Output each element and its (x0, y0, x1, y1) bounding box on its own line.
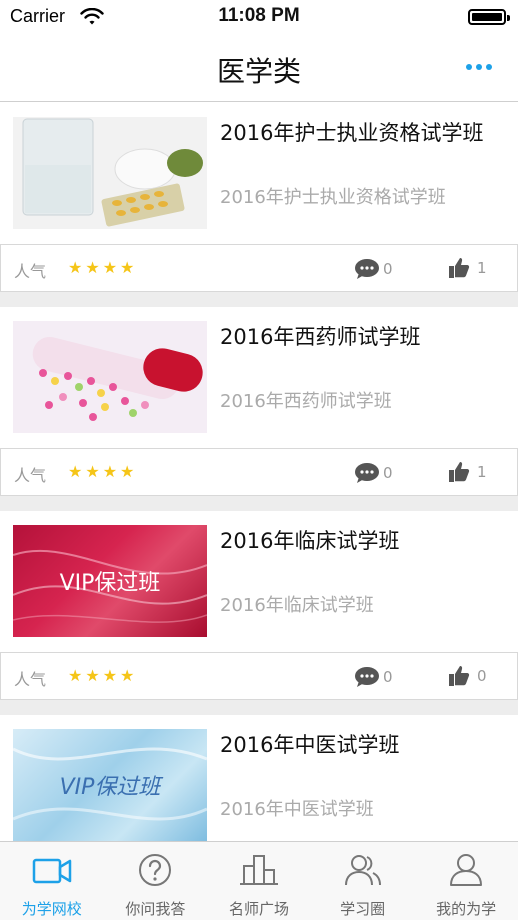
comment-count: 0 (383, 668, 393, 686)
course-subtitle: 2016年护士执业资格试学班 (220, 187, 446, 208)
tab-bar: 为学网校 你问我答 名师广场 学习圈 我的为学 (0, 841, 518, 920)
popularity-label: 人气 (14, 670, 47, 689)
course-thumbnail: VIP保过班 (13, 729, 207, 841)
course-card[interactable]: VIP保过班 2016年临床试学班 2016年临床试学班 人气 ★ ★ ★ ★ 0 0 (0, 511, 518, 715)
card-separator (0, 496, 518, 511)
thumbnail-caption: VIP保过班 (59, 571, 161, 596)
course-title[interactable]: 2016年临床试学班 (220, 525, 399, 555)
battery-icon (468, 9, 510, 25)
course-thumbnail (13, 117, 207, 229)
question-icon (139, 854, 172, 886)
rating-stars: ★ ★ ★ ★ (68, 463, 134, 481)
tab-label: 名师广场 (228, 900, 289, 918)
course-meta-bar: 人气 ★ ★ ★ ★ 0 1 (0, 244, 518, 292)
tab-label: 学习圈 (340, 900, 386, 918)
course-meta-bar: 人气 ★ ★ ★ ★ 0 0 (0, 652, 518, 700)
star-icon: ★ (120, 462, 135, 481)
page-title: 医学类 (216, 55, 301, 88)
star-icon: ★ (68, 258, 83, 277)
course-thumbnail: VIP保过班 (13, 525, 207, 637)
star-icon: ★ (68, 666, 83, 685)
clock: 11:08 PM (218, 5, 300, 26)
thumbnail-caption: VIP保过班 (59, 775, 161, 800)
group-icon (344, 855, 381, 886)
course-title[interactable]: 2016年护士执业资格试学班 (220, 117, 483, 147)
course-list[interactable]: 2016年护士执业资格试学班 2016年护士执业资格试学班 人气 ★ ★ ★ ★ 0 … (0, 103, 518, 841)
comment-icon[interactable] (354, 666, 380, 688)
star-icon: ★ (120, 666, 135, 685)
tab-school[interactable]: 为学网校 (0, 842, 104, 920)
course-subtitle: 2016年西药师试学班 (220, 391, 392, 412)
tab-circle[interactable]: 学习圈 (311, 842, 415, 920)
comment-icon[interactable] (354, 462, 380, 484)
tab-profile[interactable]: 我的为学 (414, 842, 518, 920)
like-count: 1 (477, 463, 487, 481)
star-icon: ★ (120, 258, 135, 277)
popularity-label: 人气 (14, 262, 47, 281)
tab-qa[interactable]: 你问我答 (104, 842, 208, 920)
tab-teachers[interactable]: 名师广场 (207, 842, 311, 920)
course-title[interactable]: 2016年中医试学班 (220, 729, 399, 759)
comment-count: 0 (383, 260, 393, 278)
thumbs-up-icon[interactable] (447, 664, 471, 688)
star-icon: ★ (102, 258, 118, 277)
status-bar: Carrier 11:08 PM (0, 0, 518, 36)
like-count: 0 (477, 667, 487, 685)
card-separator (0, 700, 518, 715)
course-subtitle: 2016年中医试学班 (220, 799, 374, 820)
course-title[interactable]: 2016年西药师试学班 (220, 321, 420, 351)
tab-label: 为学网校 (21, 900, 82, 918)
star-icon: ★ (102, 462, 118, 481)
tab-label: 你问我答 (125, 900, 186, 918)
course-thumbnail (13, 321, 207, 433)
star-icon: ★ (85, 462, 100, 481)
course-card[interactable]: VIP保过班 2016年中医试学班 2016年中医试学班 (0, 715, 518, 841)
rating-stars: ★ ★ ★ ★ (68, 259, 134, 277)
video-icon (32, 858, 72, 884)
star-icon: ★ (68, 462, 83, 481)
rating-stars: ★ ★ ★ ★ (68, 667, 134, 685)
nav-bar: 医学类 (0, 36, 518, 102)
course-subtitle: 2016年临床试学班 (220, 595, 374, 616)
thumbs-up-icon[interactable] (447, 460, 471, 484)
card-separator (0, 292, 518, 307)
person-icon (450, 854, 483, 886)
popularity-label: 人气 (14, 466, 47, 485)
star-icon: ★ (102, 666, 118, 685)
course-card[interactable]: 2016年护士执业资格试学班 2016年护士执业资格试学班 人气 ★ ★ ★ ★ 0 … (0, 103, 518, 307)
comment-count: 0 (383, 464, 393, 482)
podium-icon (239, 855, 278, 885)
course-card[interactable]: 2016年西药师试学班 2016年西药师试学班 人气 ★ ★ ★ ★ 0 1 (0, 307, 518, 511)
star-icon: ★ (85, 258, 100, 277)
tab-label: 我的为学 (436, 900, 497, 918)
more-dots-icon[interactable] (466, 64, 492, 70)
thumbs-up-icon[interactable] (447, 256, 471, 280)
like-count: 1 (477, 259, 487, 277)
comment-icon[interactable] (354, 258, 380, 280)
star-icon: ★ (85, 666, 100, 685)
course-meta-bar: 人气 ★ ★ ★ ★ 0 1 (0, 448, 518, 496)
